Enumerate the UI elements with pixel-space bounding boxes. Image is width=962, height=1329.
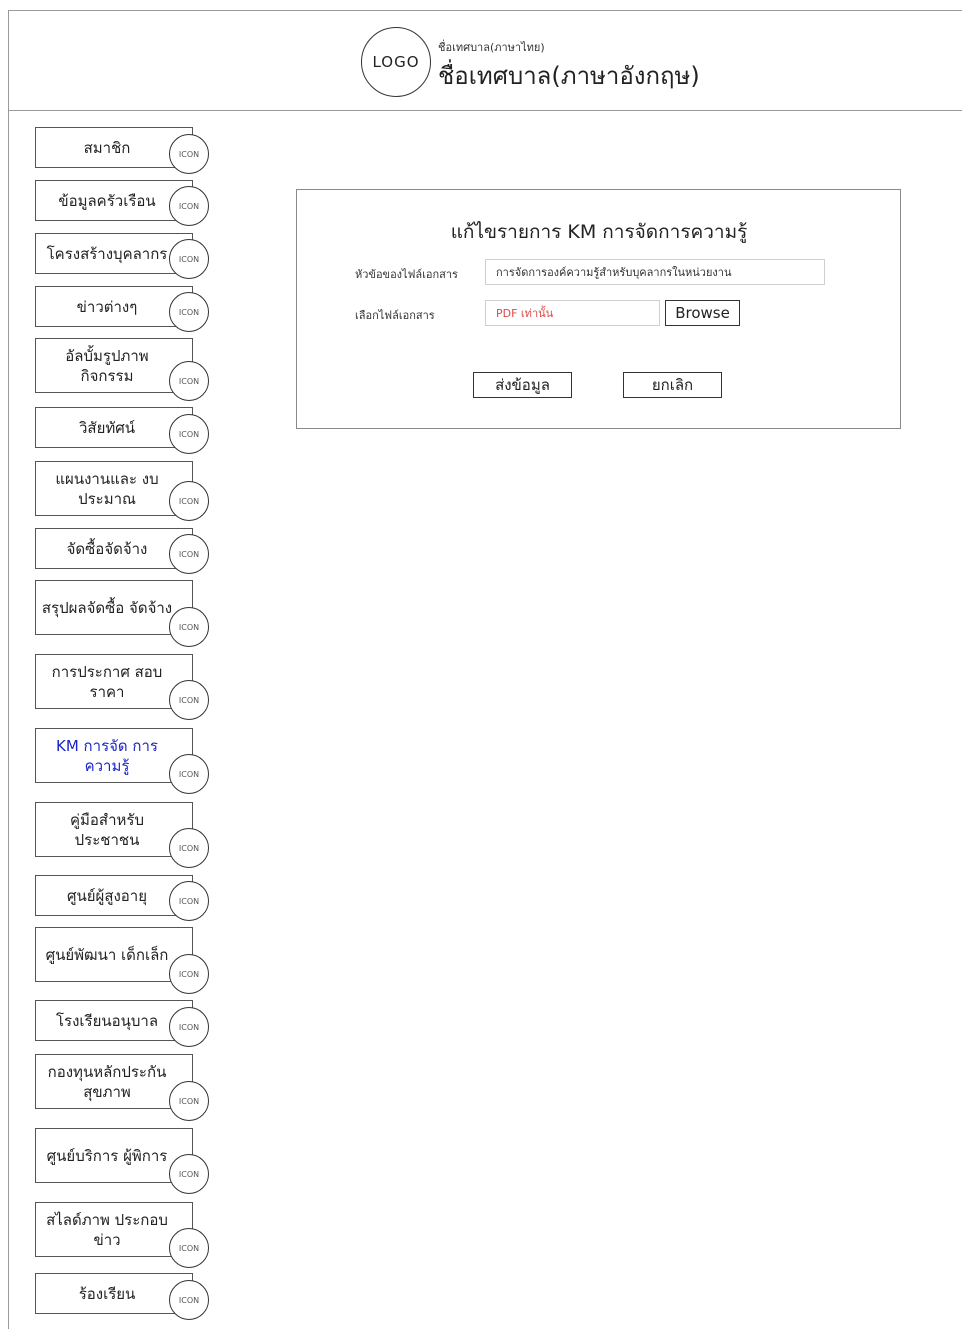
sidebar-item-icon[interactable]: ICON <box>169 134 209 174</box>
cancel-button[interactable]: ยกเลิก <box>623 372 722 398</box>
submit-button[interactable]: ส่งข้อมูล <box>473 372 572 398</box>
sidebar-item-icon[interactable]: ICON <box>169 1007 209 1047</box>
sidebar-item-icon[interactable]: ICON <box>169 881 209 921</box>
org-name-thai: ชื่อเทศบาล(ภาษาไทย) <box>438 41 545 54</box>
sidebar-item-icon[interactable]: ICON <box>169 361 209 401</box>
sidebar-item-icon[interactable]: ICON <box>169 954 209 994</box>
header-divider <box>8 110 962 111</box>
sidebar-item-icon[interactable]: ICON <box>169 828 209 868</box>
sidebar-item-icon[interactable]: ICON <box>169 754 209 794</box>
file-label: เลือกไฟล์เอกสาร <box>355 309 435 322</box>
sidebar-item-icon[interactable]: ICON <box>169 414 209 454</box>
org-name-english: ชื่อเทศบาล(ภาษาอังกฤษ) <box>438 62 700 90</box>
file-path-input[interactable]: PDF เท่านั้น <box>485 300 660 326</box>
sidebar-item-icon[interactable]: ICON <box>169 607 209 647</box>
sidebar-item-icon[interactable]: ICON <box>169 1154 209 1194</box>
sidebar-item-icon[interactable]: ICON <box>169 534 209 574</box>
logo[interactable]: LOGO <box>361 27 431 97</box>
browse-button[interactable]: Browse <box>665 300 740 326</box>
form-title: แก้ไขรายการ KM การจัดการความรู้ <box>450 221 748 243</box>
sidebar-item-icon[interactable]: ICON <box>169 481 209 521</box>
sidebar-item-icon[interactable]: ICON <box>169 680 209 720</box>
doc-title-input[interactable]: การจัดการองค์ความรู้สำหรับบุคลากรในหน่วย… <box>485 259 825 285</box>
doc-title-label: หัวข้อของไฟล์เอกสาร <box>355 268 458 281</box>
sidebar-item-icon[interactable]: ICON <box>169 1228 209 1268</box>
sidebar-item-icon[interactable]: ICON <box>169 1280 209 1320</box>
sidebar-item-icon[interactable]: ICON <box>169 292 209 332</box>
sidebar-item-icon[interactable]: ICON <box>169 1081 209 1121</box>
